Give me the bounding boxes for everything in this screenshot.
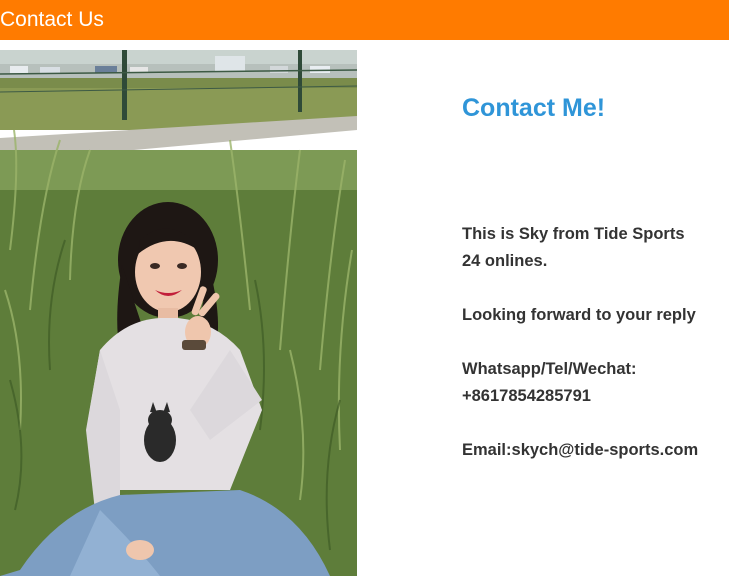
intro-line-1: This is Sky from Tide Sports — [462, 225, 685, 243]
email-text[interactable]: Email:skych@tide-sports.com — [462, 437, 724, 464]
intro-line-2: 24 onlines. — [462, 252, 548, 270]
phone-number[interactable]: +8617854285791 — [462, 383, 724, 410]
contact-content: Contact Me! This is Sky from Tide Sports… — [462, 92, 724, 459]
reply-paragraph: Looking forward to your reply — [462, 302, 724, 329]
contact-heading: Contact Me! — [462, 94, 606, 122]
phone-label: Whatsapp/Tel/Wechat: — [462, 360, 637, 378]
page-title: Contact Us — [0, 8, 104, 31]
intro-paragraph: This is Sky from Tide Sports 24 onlines. — [462, 221, 724, 275]
email-paragraph: Email:skych@tide-sports.com — [462, 437, 724, 464]
reply-text: Looking forward to your reply — [462, 306, 696, 324]
header-bar: Contact Us — [0, 0, 729, 40]
profile-photo — [0, 50, 357, 576]
phone-paragraph: Whatsapp/Tel/Wechat: +8617854285791 — [462, 356, 724, 410]
